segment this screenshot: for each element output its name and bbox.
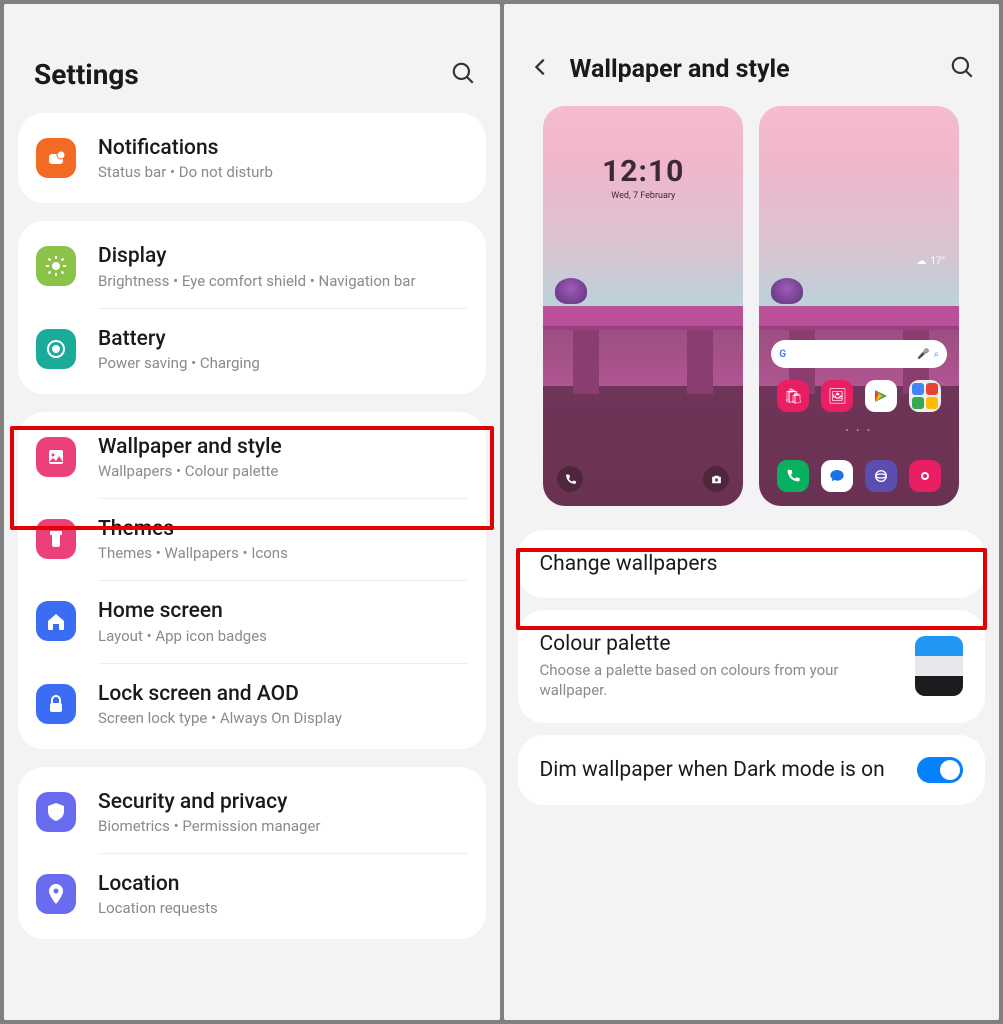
battery-icon [36,329,76,369]
row-subtitle: Status bar • Do not disturb [98,163,468,181]
lockscreen-preview[interactable]: 12:10 Wed, 7 February [543,106,743,506]
phone-icon [557,466,583,492]
wallpaper-previews: 12:10 Wed, 7 February ☁ 17° G 🎤 ⌕ [504,102,1000,518]
search-icon[interactable] [450,60,476,90]
wallpaper-icon [36,437,76,477]
settings-row-display[interactable]: Display Brightness • Eye comfort shield •… [18,225,486,307]
security-icon [36,792,76,832]
settings-row-battery[interactable]: Battery Power saving • Charging [18,308,486,390]
row-subtitle: Biometrics • Permission manager [98,817,468,835]
settings-group: Notifications Status bar • Do not disturb [18,113,486,203]
dock-row [759,460,959,492]
settings-row-location[interactable]: Location Location requests [18,853,486,935]
lock-date: Wed, 7 February [543,191,743,201]
page-indicator: • • • [759,426,959,435]
colour-palette-title: Colour palette [540,632,902,656]
palette-swatch [915,636,963,696]
row-subtitle: Location requests [98,899,468,917]
location-icon [36,874,76,914]
camera-icon [703,466,729,492]
settings-row-home[interactable]: Home screen Layout • App icon badges [18,580,486,662]
app-row: 🛍 🖼 [759,380,959,412]
row-title: Security and privacy [98,789,468,815]
page-title: Settings [34,58,139,91]
settings-row-security[interactable]: Security and privacy Biometrics • Permiss… [18,771,486,853]
row-subtitle: Power saving • Charging [98,354,468,372]
app-icon: 🛍 [777,380,809,412]
settings-group: Wallpaper and style Wallpapers • Colour p… [18,412,486,749]
row-subtitle: Wallpapers • Colour palette [98,462,468,480]
app-icon [865,380,897,412]
settings-group: Security and privacy Biometrics • Permiss… [18,767,486,940]
row-title: Battery [98,326,468,352]
row-title: Display [98,243,468,269]
phone-app-icon [777,460,809,492]
notifications-icon [36,138,76,178]
colour-palette-row[interactable]: Colour palette Choose a palette based on… [518,610,986,723]
lock-icon [36,684,76,724]
row-subtitle: Layout • App icon badges [98,627,468,645]
display-icon [36,246,76,286]
google-search-bar: G 🎤 ⌕ [771,340,947,368]
row-title: Wallpaper and style [98,434,468,460]
row-subtitle: Themes • Wallpapers • Icons [98,544,468,562]
page-title: Wallpaper and style [570,55,932,84]
row-title: Location [98,871,468,897]
lock-time: 12:10 [543,154,743,189]
themes-icon [36,519,76,559]
settings-group: Display Brightness • Eye comfort shield •… [18,221,486,394]
wallpaper-header: Wallpaper and style [504,4,1000,102]
row-title: Lock screen and AOD [98,681,468,707]
settings-row-wallpaper[interactable]: Wallpaper and style Wallpapers • Colour p… [18,416,486,498]
settings-header: Settings [4,4,500,113]
settings-row-themes[interactable]: Themes Themes • Wallpapers • Icons [18,498,486,580]
dim-toggle[interactable] [917,757,963,783]
row-subtitle: Brightness • Eye comfort shield • Naviga… [98,272,468,290]
camera-app-icon [909,460,941,492]
row-title: Home screen [98,598,468,624]
settings-row-lock[interactable]: Lock screen and AOD Screen lock type • Al… [18,663,486,745]
change-wallpapers-button[interactable]: Change wallpapers [518,530,986,598]
search-icon[interactable] [949,54,975,84]
app-icon: 🖼 [821,380,853,412]
row-subtitle: Screen lock type • Always On Display [98,709,468,727]
row-title: Themes [98,516,468,542]
dim-wallpaper-row[interactable]: Dim wallpaper when Dark mode is on [518,735,986,805]
app-folder [909,380,941,412]
colour-palette-sub: Choose a palette based on colours from y… [540,660,902,701]
messages-app-icon [821,460,853,492]
row-title: Notifications [98,135,468,161]
dim-wallpaper-title: Dim wallpaper when Dark mode is on [540,758,904,782]
homescreen-preview[interactable]: ☁ 17° G 🎤 ⌕ 🛍 🖼 • • • [759,106,959,506]
wallpaper-style-pane: Wallpaper and style 12:10 Wed, 7 Februar… [504,4,1000,1020]
weather-widget: ☁ 17° [916,256,945,267]
browser-app-icon [865,460,897,492]
settings-row-notifications[interactable]: Notifications Status bar • Do not disturb [18,117,486,199]
back-icon[interactable] [530,56,552,82]
home-icon [36,601,76,641]
settings-pane: Settings Notifications Status bar • Do no… [4,4,500,1020]
